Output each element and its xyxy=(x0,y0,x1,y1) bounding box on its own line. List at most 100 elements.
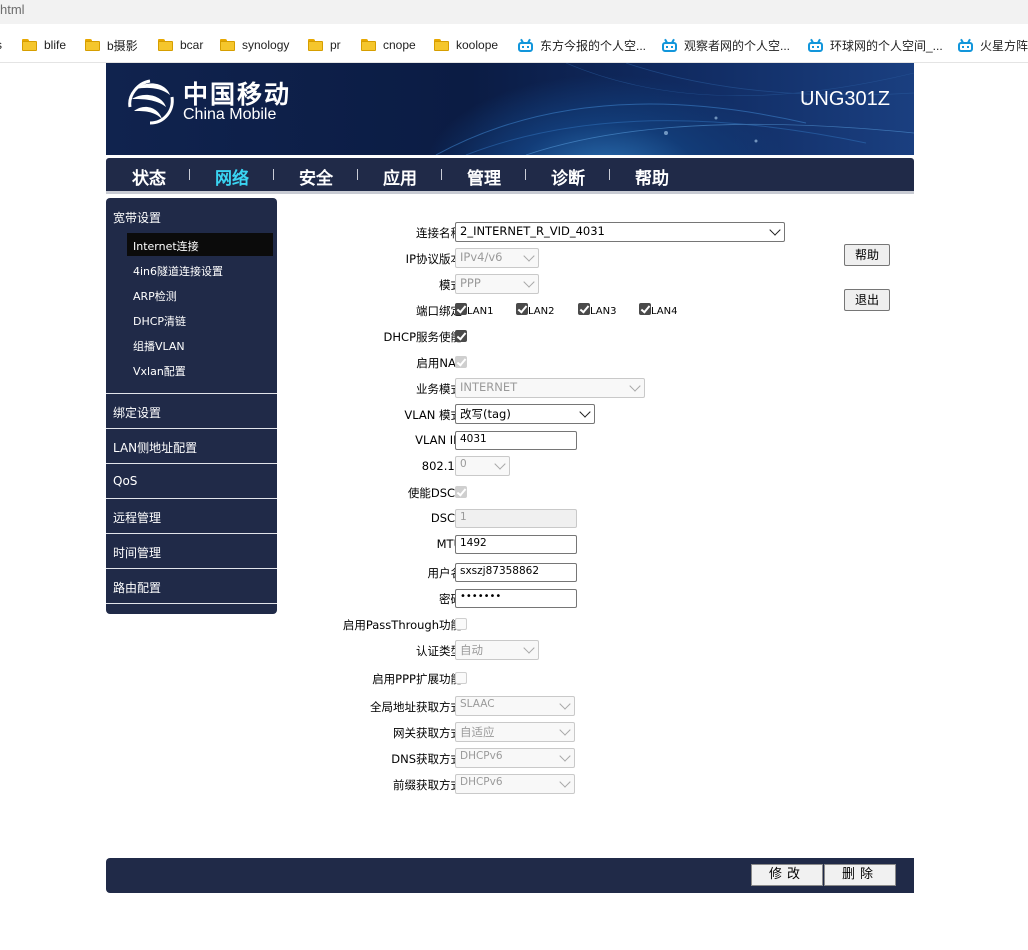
sidebar-group-binding[interactable]: 绑定设置 xyxy=(113,404,161,421)
sidebar-divider xyxy=(106,603,277,604)
chevron-down-icon xyxy=(559,698,571,710)
bookmark-cnope[interactable]: cnope xyxy=(361,37,416,53)
sidebar-divider xyxy=(106,498,277,499)
tab-title[interactable]: html xyxy=(0,2,25,17)
sidebar-item-arp[interactable]: ARP检测 xyxy=(133,288,177,304)
bookmark-s[interactable]: s xyxy=(0,37,2,53)
lan4-checkbox[interactable] xyxy=(639,303,651,315)
passthrough-checkbox[interactable] xyxy=(455,618,467,630)
sidebar-item-dhcp[interactable]: DHCP清链 xyxy=(133,313,186,329)
connection-name-value: 2_INTERNET_R_VID_4031 xyxy=(460,224,605,238)
enable-nat-checkbox[interactable] xyxy=(455,356,467,368)
username-input[interactable]: sxszj87358862 xyxy=(455,563,577,582)
bookmark-dongfang[interactable]: 东方今报的个人空... xyxy=(518,37,646,53)
footer-bar: 修改 删除 xyxy=(106,858,914,893)
global-addr-label: 全局地址获取方式 xyxy=(370,700,462,714)
bookmark-huoxing[interactable]: 火星方阵 xyxy=(958,37,1028,53)
nav-management[interactable]: 管理 xyxy=(467,164,501,189)
bookmark-bcar[interactable]: bcar xyxy=(158,37,203,53)
modify-button[interactable]: 修改 xyxy=(751,864,823,886)
lan3-checkbox[interactable] xyxy=(578,303,590,315)
dscp-input[interactable]: 1 xyxy=(455,509,577,528)
bookmark-blife[interactable]: blife xyxy=(22,37,66,53)
help-button[interactable]: 帮助 xyxy=(844,244,890,266)
main-nav: 状态 网络 安全 应用 管理 诊断 帮助 xyxy=(106,158,914,194)
sidebar-item-vxlan[interactable]: Vxlan配置 xyxy=(133,363,186,379)
bookmark-pr[interactable]: pr xyxy=(308,37,341,53)
nav-status[interactable]: 状态 xyxy=(132,164,166,189)
nav-separator xyxy=(441,169,442,180)
bilibili-tv-icon xyxy=(518,38,533,52)
auth-type-select[interactable]: 自动 xyxy=(455,640,539,660)
folder-icon xyxy=(220,39,235,51)
sidebar-divider xyxy=(106,393,277,394)
bookmarks-bar: s blife b摄影 bcar synology pr cnope koolo… xyxy=(0,28,1028,63)
sidebar-divider xyxy=(106,568,277,569)
bookmark-bsheying[interactable]: b摄影 xyxy=(85,37,138,53)
china-mobile-logo-icon xyxy=(128,79,174,125)
bookmark-label: cnope xyxy=(383,38,416,52)
sidebar-group-qos[interactable]: QoS xyxy=(113,474,137,488)
vlan-id-input[interactable]: 4031 xyxy=(455,431,577,450)
sidebar-item-4in6[interactable]: 4in6隧道连接设置 xyxy=(133,263,223,279)
sidebar-group-remote[interactable]: 远程管理 xyxy=(113,509,161,526)
ppp-ext-checkbox[interactable] xyxy=(455,672,467,684)
lan1-label: LAN1 xyxy=(467,306,494,317)
service-mode-select[interactable]: INTERNET xyxy=(455,378,645,398)
lan1-checkbox[interactable] xyxy=(455,303,467,315)
dns-select[interactable]: DHCPv6 xyxy=(455,748,575,768)
nav-security[interactable]: 安全 xyxy=(299,164,333,189)
connection-name-select[interactable]: 2_INTERNET_R_VID_4031 xyxy=(455,222,785,242)
nav-network[interactable]: 网络 xyxy=(215,164,249,189)
sidebar-item-multicast-vlan[interactable]: 组播VLAN xyxy=(133,338,185,354)
chevron-down-icon xyxy=(523,276,535,288)
chevron-down-icon xyxy=(769,224,781,236)
bookmark-koolope[interactable]: koolope xyxy=(434,37,498,53)
service-mode-value: INTERNET xyxy=(460,380,518,394)
vlan-mode-select[interactable]: 改写(tag) xyxy=(455,404,595,424)
lan2-checkbox[interactable] xyxy=(516,303,528,315)
folder-icon xyxy=(158,39,173,51)
sidebar-group-lan-address[interactable]: LAN侧地址配置 xyxy=(113,439,197,456)
sidebar-group-broadband[interactable]: 宽带设置 xyxy=(113,209,161,226)
sidebar-item-internet[interactable]: Internet连接 xyxy=(133,238,199,254)
dhcp-service-checkbox[interactable] xyxy=(455,330,467,342)
mode-select[interactable]: PPP xyxy=(455,274,539,294)
sidebar-group-route[interactable]: 路由配置 xyxy=(113,579,161,596)
nav-help[interactable]: 帮助 xyxy=(635,164,669,189)
vlan-mode-value: 改写(tag) xyxy=(460,407,511,421)
dhcp-service-label: DHCP服务使能 xyxy=(383,330,462,344)
nav-diagnosis[interactable]: 诊断 xyxy=(551,164,585,189)
browser-tab-strip: html xyxy=(0,0,1028,24)
bookmark-label: s xyxy=(0,38,2,52)
enable-dscp-checkbox[interactable] xyxy=(455,486,467,498)
ip-version-value: IPv4/v6 xyxy=(460,250,503,264)
nav-separator xyxy=(609,169,610,180)
logout-button[interactable]: 退出 xyxy=(844,289,890,311)
bookmark-label: 观察者网的个人空... xyxy=(684,38,791,53)
sidebar-group-time[interactable]: 时间管理 xyxy=(113,544,161,561)
sidebar: 宽带设置 Internet连接 4in6隧道连接设置 ARP检测 DHCP清链 … xyxy=(106,198,277,614)
p8021-select[interactable]: 0 xyxy=(455,456,510,476)
bookmark-guancha[interactable]: 观察者网的个人空... xyxy=(662,37,790,53)
prefix-value: DHCPv6 xyxy=(460,776,503,788)
bookmark-synology[interactable]: synology xyxy=(220,37,289,53)
gateway-value: 自适应 xyxy=(460,725,495,739)
sidebar-divider xyxy=(106,463,277,464)
gateway-select[interactable]: 自适应 xyxy=(455,722,575,742)
chevron-down-icon xyxy=(559,724,571,736)
mode-value: PPP xyxy=(460,276,481,290)
global-addr-select[interactable]: SLAAC xyxy=(455,696,575,716)
prefix-select[interactable]: DHCPv6 xyxy=(455,774,575,794)
password-input[interactable]: ••••••• xyxy=(455,589,577,608)
nav-application[interactable]: 应用 xyxy=(383,164,417,189)
mtu-input[interactable]: 1492 xyxy=(455,535,577,554)
delete-button[interactable]: 删除 xyxy=(824,864,896,886)
bookmark-label: blife xyxy=(44,38,67,52)
bookmark-huanqiu[interactable]: 环球网的个人空间_... xyxy=(808,37,943,53)
global-addr-value: SLAAC xyxy=(460,698,495,710)
bilibili-tv-icon xyxy=(662,38,677,52)
ip-version-select[interactable]: IPv4/v6 xyxy=(455,248,539,268)
folder-icon xyxy=(361,39,376,51)
bilibili-tv-icon xyxy=(958,38,973,52)
